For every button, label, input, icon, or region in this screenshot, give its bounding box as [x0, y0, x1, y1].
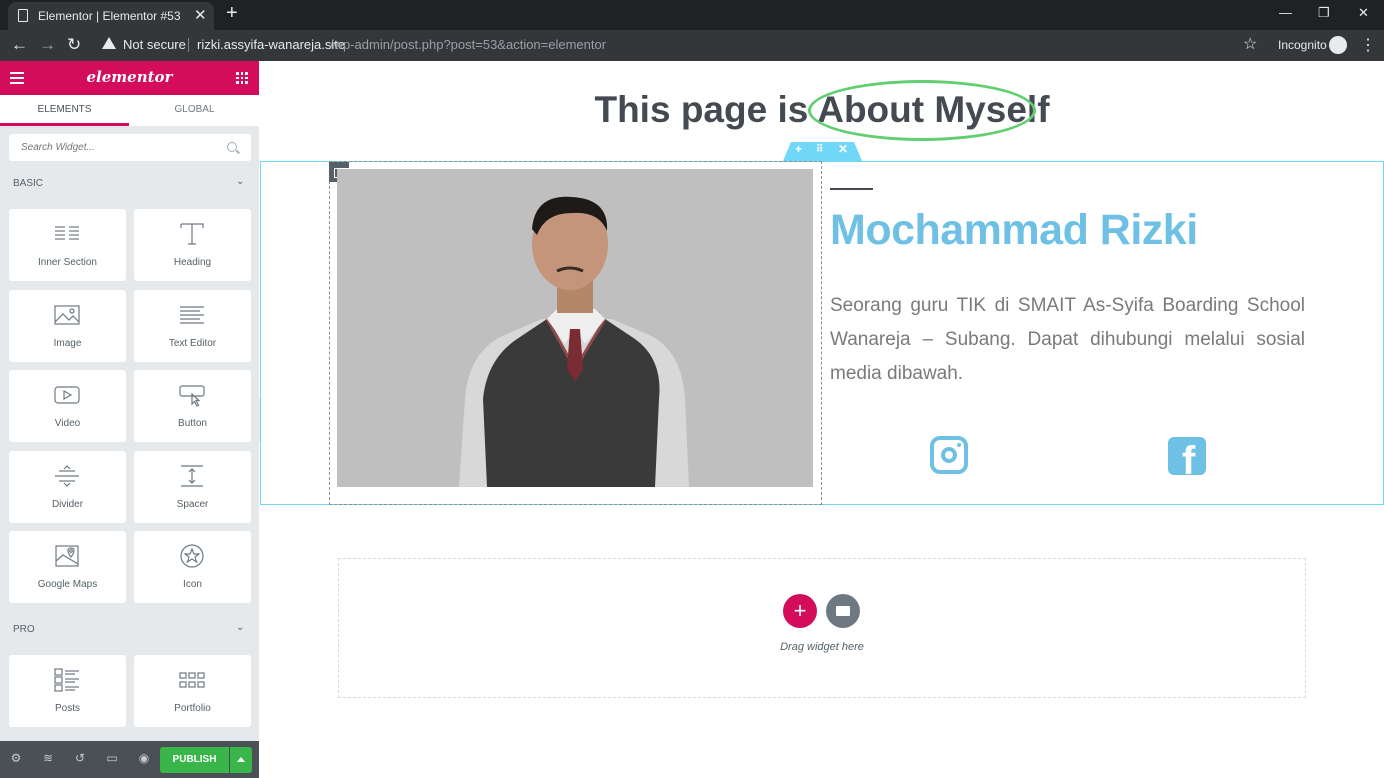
- video-icon: [54, 386, 80, 404]
- spacer-icon: [181, 465, 203, 487]
- widget-heading[interactable]: Heading: [134, 209, 251, 281]
- portfolio-icon: [179, 672, 205, 688]
- widget-label: Spacer: [176, 499, 209, 510]
- settings-gear-icon[interactable]: ⚙: [9, 751, 23, 765]
- widget-button[interactable]: Button: [134, 370, 251, 442]
- publish-options-caret-icon[interactable]: [230, 747, 252, 773]
- restore-icon[interactable]: ❐: [1318, 5, 1330, 21]
- drag-section-icon[interactable]: ⠿: [816, 144, 823, 155]
- page-icon: [18, 9, 28, 22]
- widget-label: Image: [53, 338, 82, 349]
- address-separator: [188, 38, 189, 52]
- back-icon[interactable]: ←: [11, 35, 28, 55]
- empty-section-dropzone[interactable]: [338, 558, 1306, 698]
- widget-label: Portfolio: [174, 703, 211, 714]
- person-name[interactable]: Mochammad Rizki: [830, 206, 1198, 255]
- browser-menu-icon[interactable]: ⋮: [1360, 35, 1376, 55]
- browser-tab[interactable]: Elementor | Elementor #53 ✕: [8, 2, 214, 30]
- warning-icon[interactable]: [102, 37, 116, 49]
- incognito-icon[interactable]: [1329, 36, 1347, 54]
- widget-google-maps[interactable]: Google Maps: [9, 531, 126, 603]
- heading-divider: [830, 188, 873, 190]
- tab-elements[interactable]: ELEMENTS: [0, 95, 129, 126]
- incognito-label: Incognito: [1278, 38, 1327, 52]
- google-maps-icon: [55, 545, 79, 567]
- drag-widget-hint: Drag widget here: [780, 641, 864, 653]
- elementor-panel: elementor ELEMENTS GLOBAL BASIC ⌄ Inner …: [0, 61, 259, 778]
- widget-label: Inner Section: [38, 257, 97, 268]
- chevron-down-icon[interactable]: ⌄: [236, 622, 244, 633]
- reload-icon[interactable]: ↻: [67, 35, 81, 55]
- tab-title: Elementor | Elementor #53: [38, 9, 181, 23]
- panel-footer: ⚙ ≋ ↺ ▭ ◉ PUBLISH: [0, 741, 259, 778]
- bio-text[interactable]: Seorang guru TIK di SMAIT As-Syifa Board…: [830, 289, 1305, 391]
- widgets-grid-icon[interactable]: [236, 72, 248, 84]
- category-pro-title[interactable]: PRO: [13, 624, 35, 635]
- delete-section-icon[interactable]: ✕: [838, 142, 848, 156]
- instagram-icon[interactable]: [930, 436, 968, 474]
- add-new-section-button[interactable]: +: [783, 594, 817, 628]
- widget-portfolio[interactable]: Portfolio: [134, 655, 251, 727]
- add-section-icon[interactable]: +: [795, 142, 802, 156]
- facebook-icon[interactable]: f: [1168, 437, 1206, 475]
- widget-label: Text Editor: [168, 338, 217, 349]
- address-bar: ← → ↻ Not secure rizki.assyifa-wanareja.…: [0, 30, 1384, 61]
- widget-label: Video: [54, 418, 81, 429]
- widget-label: Posts: [54, 703, 80, 714]
- facebook-f-glyph: f: [1182, 439, 1196, 475]
- forward-icon[interactable]: →: [39, 35, 56, 55]
- new-tab-button[interactable]: +: [226, 2, 238, 25]
- search-icon[interactable]: [227, 142, 237, 152]
- button-icon: [179, 385, 205, 407]
- widget-label: Button: [178, 418, 207, 429]
- star-icon: [180, 544, 204, 568]
- close-tab-icon[interactable]: ✕: [194, 6, 207, 24]
- panel-header: elementor: [0, 61, 259, 95]
- widget-label: Divider: [51, 499, 84, 510]
- widget-divider[interactable]: Divider: [9, 451, 126, 523]
- chevron-down-icon[interactable]: ⌄: [236, 176, 244, 187]
- widget-label: Google Maps: [37, 579, 98, 590]
- widget-label: Heading: [173, 257, 212, 268]
- publish-button[interactable]: PUBLISH: [160, 747, 229, 773]
- search-input[interactable]: [9, 134, 229, 161]
- heading-icon: [180, 223, 204, 245]
- person-illustration: [337, 169, 813, 487]
- tab-global[interactable]: GLOBAL: [130, 95, 259, 126]
- widget-search: [9, 134, 251, 161]
- widget-label: Icon: [183, 579, 202, 590]
- posts-icon: [54, 668, 79, 692]
- responsive-mode-icon[interactable]: ▭: [105, 751, 119, 765]
- browser-tab-bar: Elementor | Elementor #53 ✕ + — ❐ ✕: [0, 0, 1384, 30]
- profile-photo[interactable]: [337, 169, 813, 487]
- widget-image[interactable]: Image: [9, 290, 126, 362]
- heading-prefix: This page is: [594, 89, 818, 130]
- url-path[interactable]: /wp-admin/post.php?post=53&action=elemen…: [330, 37, 606, 52]
- widget-video[interactable]: Video: [9, 370, 126, 442]
- image-icon: [54, 305, 80, 325]
- window-close-icon[interactable]: ✕: [1358, 5, 1369, 21]
- widget-posts[interactable]: Posts: [9, 655, 126, 727]
- highlight-ellipse: [808, 80, 1036, 141]
- history-icon[interactable]: ↺: [73, 751, 87, 765]
- bookmark-star-icon[interactable]: ☆: [1243, 34, 1257, 54]
- widget-icon[interactable]: Icon: [134, 531, 251, 603]
- preview-eye-icon[interactable]: ◉: [137, 751, 151, 765]
- widget-text-editor[interactable]: Text Editor: [134, 290, 251, 362]
- url-host[interactable]: rizki.assyifa-wanareja.site: [197, 37, 345, 52]
- text-editor-icon: [180, 306, 204, 324]
- elementor-logo: elementor: [86, 68, 173, 86]
- security-status[interactable]: Not secure: [123, 37, 186, 52]
- divider-icon: [55, 465, 79, 487]
- page-canvas: This page is About Myself + ⠿ ✕ Mochamma…: [260, 61, 1384, 778]
- panel-tabs: ELEMENTS GLOBAL: [0, 95, 259, 126]
- widget-spacer[interactable]: Spacer: [134, 451, 251, 523]
- widget-inner-section[interactable]: Inner Section: [9, 209, 126, 281]
- template-library-folder-icon[interactable]: [826, 594, 860, 628]
- category-basic-title[interactable]: BASIC: [13, 178, 43, 189]
- navigator-layers-icon[interactable]: ≋: [41, 751, 55, 765]
- minimize-icon[interactable]: —: [1279, 5, 1292, 20]
- inner-section-icon: [55, 226, 79, 240]
